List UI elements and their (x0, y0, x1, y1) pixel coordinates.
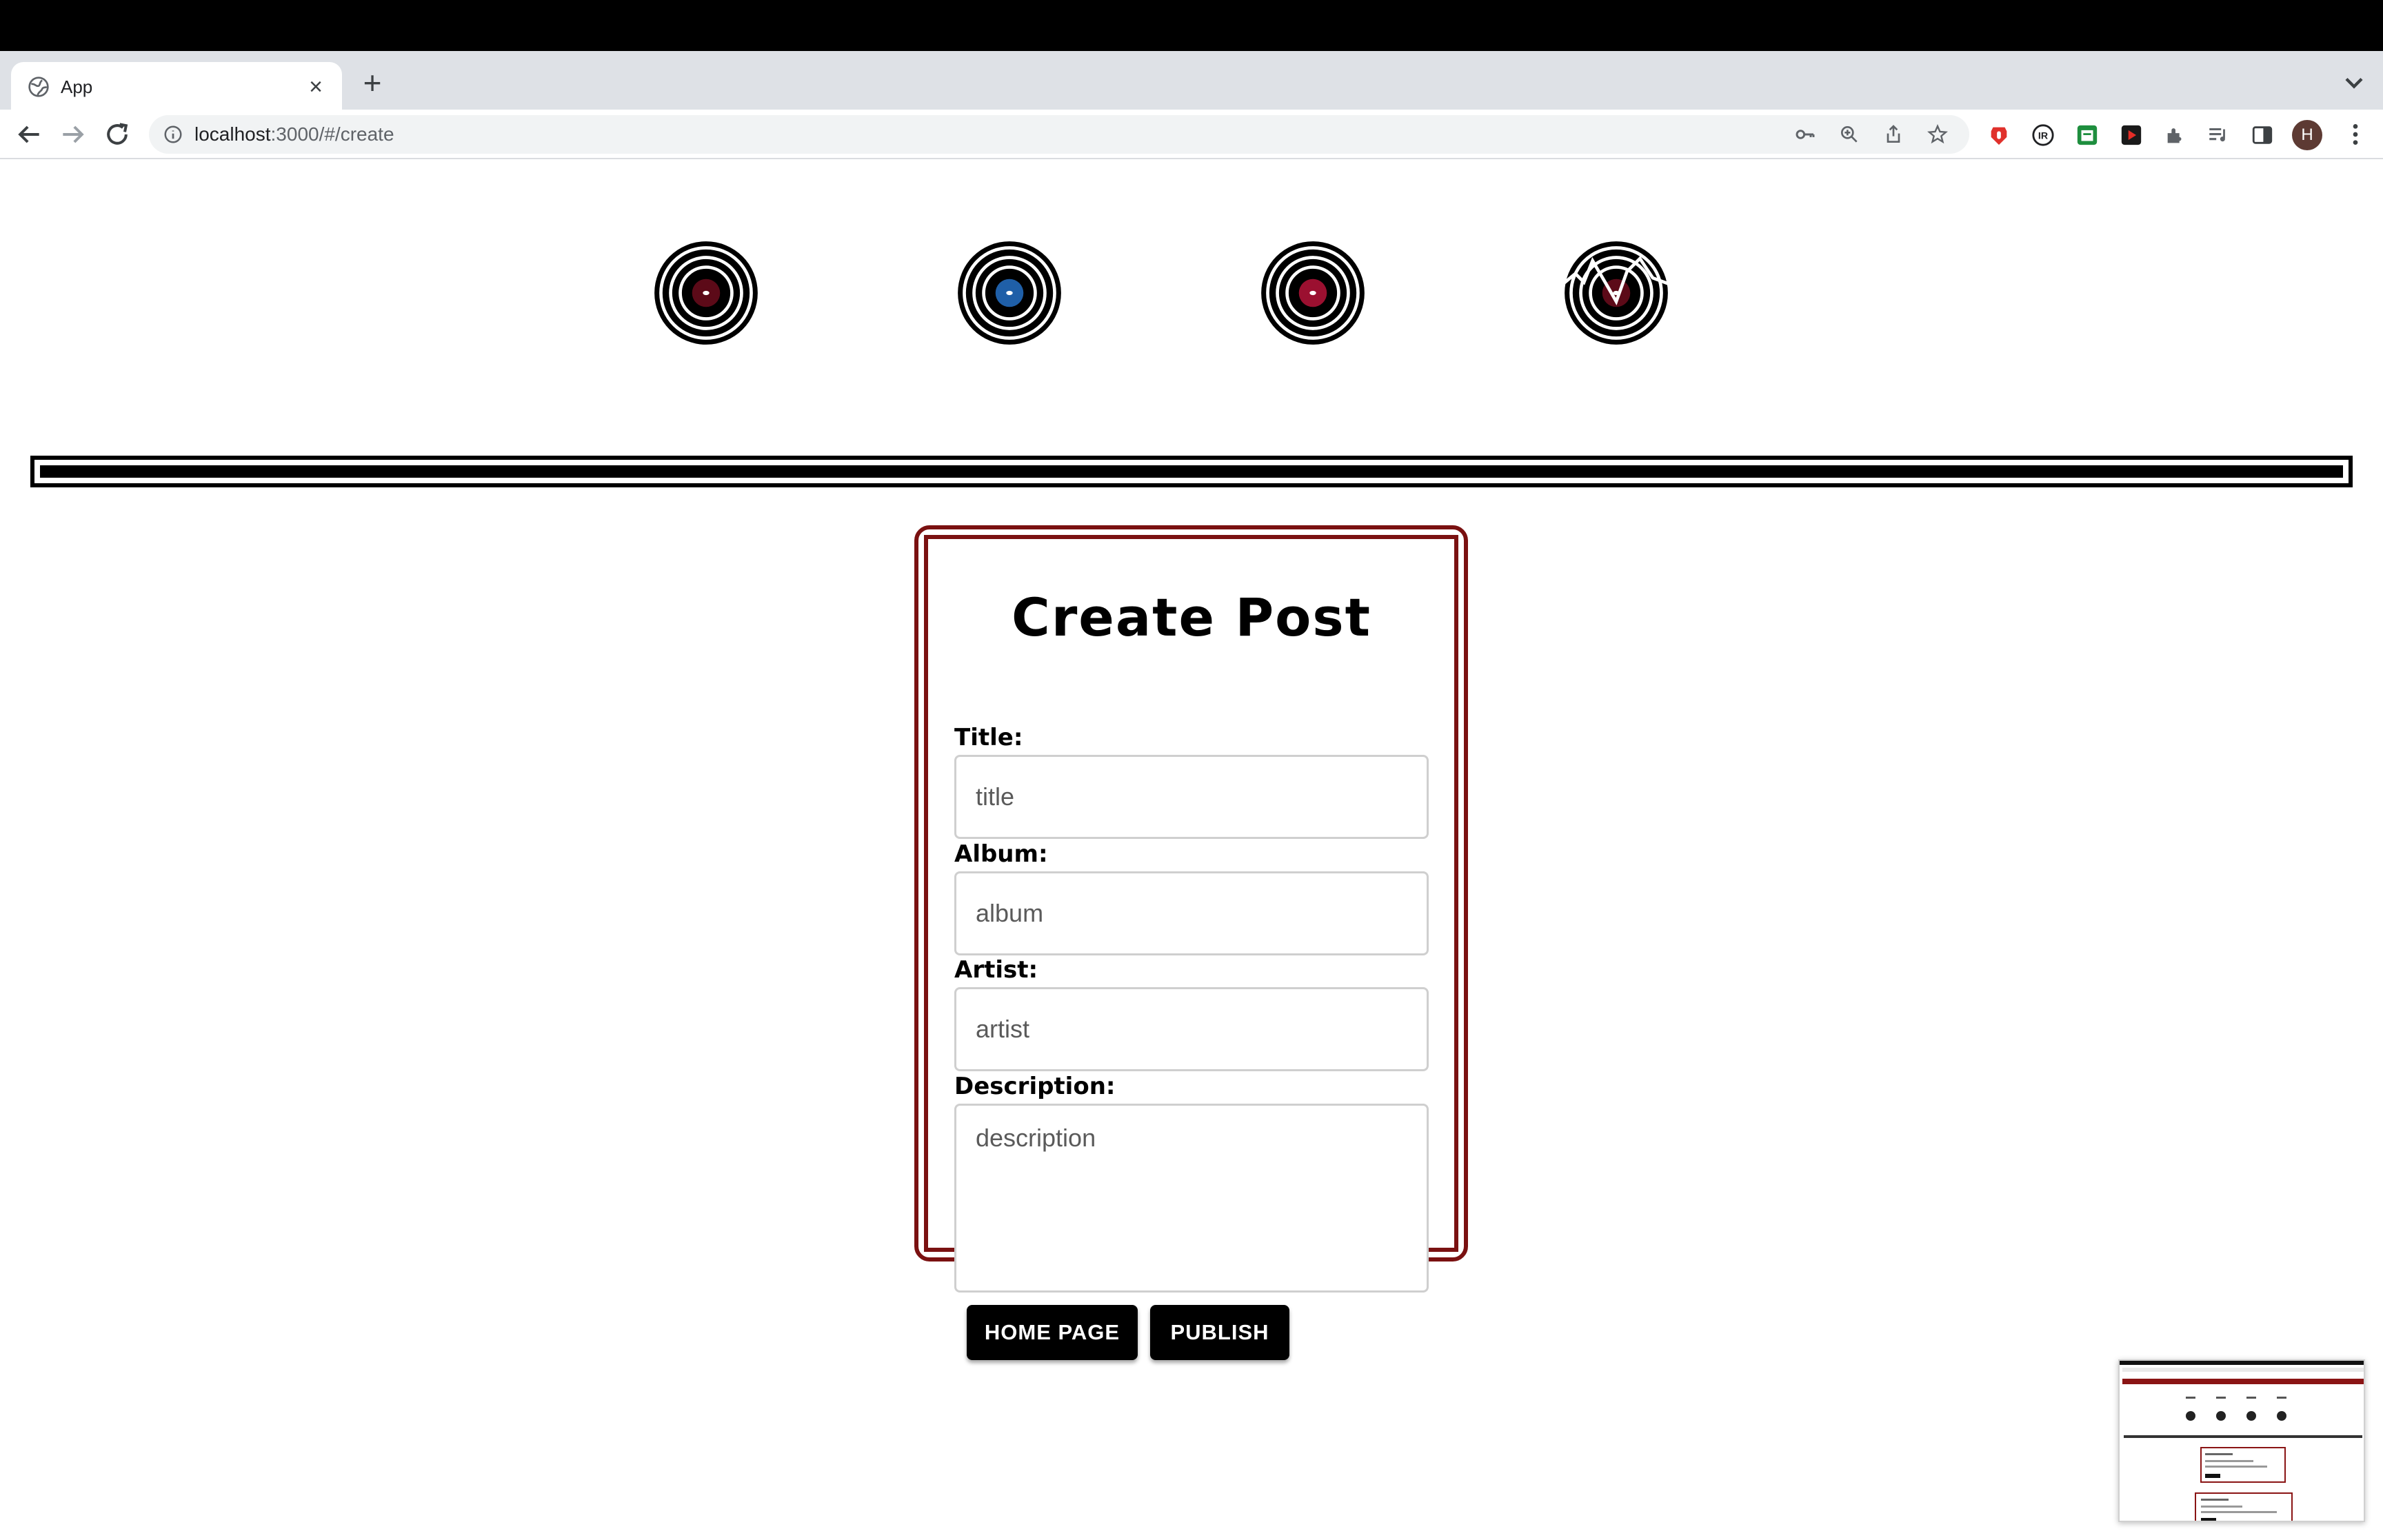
title-input[interactable] (954, 755, 1429, 839)
media-playlist-icon[interactable] (2206, 123, 2230, 147)
info-icon[interactable] (163, 124, 183, 145)
zoom-icon[interactable] (1838, 123, 1860, 145)
reload-icon[interactable] (102, 119, 132, 150)
artist-input[interactable] (954, 987, 1429, 1071)
vinyl-record-blue-icon[interactable] (956, 239, 1063, 347)
globe-icon (28, 77, 49, 97)
back-arrow-icon[interactable] (14, 119, 44, 150)
tab-title: App (61, 77, 93, 97)
os-menu-bar (0, 0, 2383, 51)
album-label: Album: (954, 840, 1048, 868)
side-panel-icon[interactable] (2251, 123, 2274, 147)
title-label: Title: (954, 724, 1023, 751)
profile-avatar[interactable]: H (2292, 120, 2322, 150)
extension-ir-icon[interactable]: IR (2031, 123, 2055, 147)
extension-green-calendar-icon[interactable] (2075, 123, 2099, 147)
browser-toolbar: localhost:3000/#/create IR H (0, 110, 2383, 159)
svg-text:IR: IR (2038, 131, 2048, 142)
section-divider (30, 456, 2353, 487)
address-bar[interactable]: localhost:3000/#/create (149, 115, 1969, 154)
vinyl-record-icon[interactable] (652, 239, 760, 347)
thumbnail-graphic (2120, 1361, 2364, 1521)
browser-tab[interactable]: App × (11, 62, 342, 110)
browser-tab-strip: App × + (0, 51, 2383, 110)
page-preview-thumbnail[interactable] (2118, 1359, 2365, 1522)
key-icon[interactable] (1794, 123, 1816, 145)
artist-label: Artist: (954, 956, 1038, 984)
bookmark-star-icon[interactable] (1927, 123, 1949, 145)
album-input[interactable] (954, 871, 1429, 955)
extension-red-hand-icon[interactable] (1987, 123, 2011, 147)
extension-youtube-icon[interactable] (2120, 123, 2143, 147)
description-label: Description: (954, 1073, 1116, 1100)
publish-button[interactable]: PUBLISH (1150, 1305, 1289, 1360)
more-menu-icon[interactable] (2342, 119, 2369, 150)
url-text: localhost:3000/#/create (194, 123, 394, 145)
vinyl-record-red-icon[interactable] (1259, 239, 1367, 347)
home-page-button[interactable]: HOME PAGE (967, 1305, 1138, 1360)
forward-arrow-icon[interactable] (58, 119, 88, 150)
share-icon[interactable] (1882, 123, 1904, 145)
close-tab-icon[interactable]: × (302, 73, 330, 101)
new-tab-icon[interactable]: + (356, 67, 389, 101)
extensions-puzzle-icon[interactable] (2164, 123, 2187, 147)
record-nav (0, 161, 2383, 381)
description-textarea[interactable] (954, 1104, 1429, 1293)
chevron-down-icon[interactable] (2339, 68, 2369, 98)
vinyl-record-wave-icon[interactable] (1562, 239, 1670, 347)
